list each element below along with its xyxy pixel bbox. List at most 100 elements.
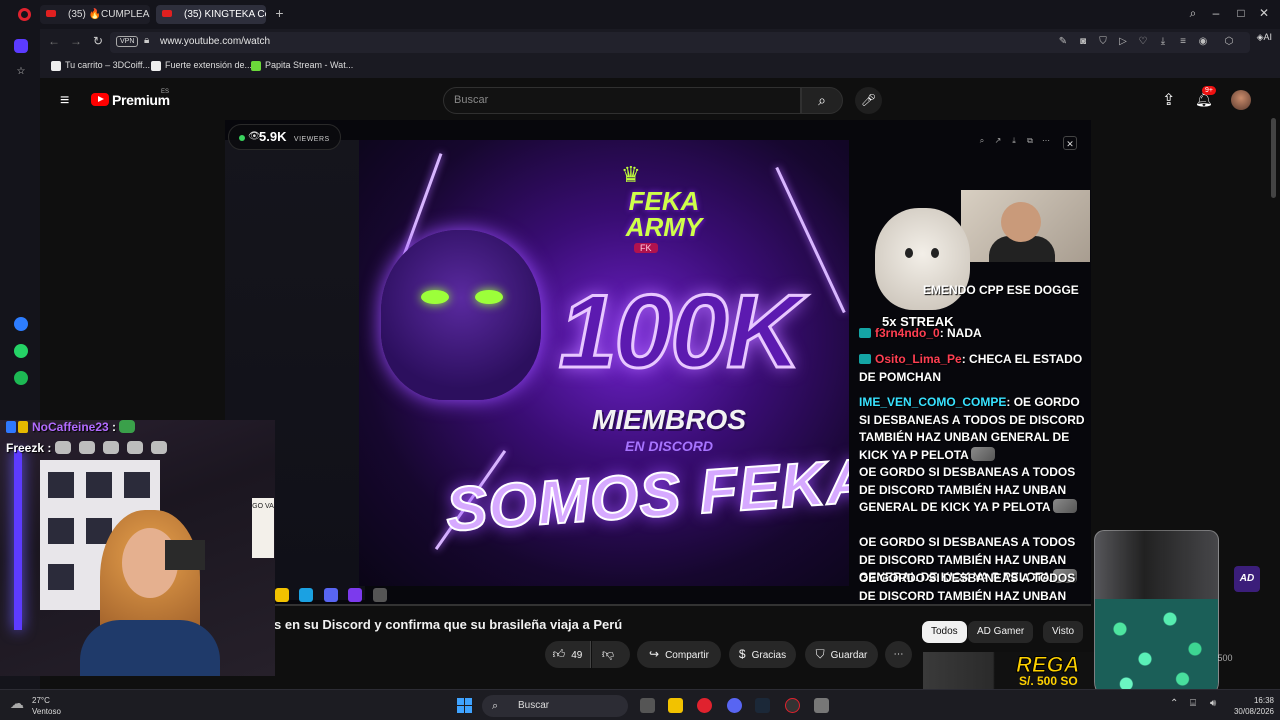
back-button[interactable]: ← xyxy=(46,34,62,48)
bookmark-item[interactable]: Fuerte extensión de... xyxy=(151,60,252,71)
url-field[interactable]: VPN 🔒︎ www.youtube.com/watch ✎ ◙ ⛉ ▷ ♡ ⤓… xyxy=(110,32,1250,53)
ai-button[interactable]: ◈AI xyxy=(1257,32,1272,43)
create-upload-icon[interactable]: ⇪ xyxy=(1162,90,1175,110)
minimize-button[interactable]: – xyxy=(1208,6,1224,20)
microphone-icon[interactable]: 🎤︎ xyxy=(855,87,882,114)
task-view-icon[interactable] xyxy=(640,698,655,713)
close-window-button[interactable]: ✕ xyxy=(1256,6,1272,20)
youtube-logo-icon[interactable] xyxy=(91,93,109,106)
redirect-icon[interactable]: ↗ xyxy=(993,136,1003,145)
logo-tag: FK xyxy=(634,243,658,253)
region-label: ES xyxy=(161,89,170,95)
more-actions-button[interactable]: ⋯ xyxy=(885,641,912,668)
opera-taskbar-icon[interactable] xyxy=(697,698,712,713)
download-icon[interactable]: ⤓ xyxy=(1009,136,1019,146)
whatsapp-icon[interactable] xyxy=(14,344,28,358)
more-icon[interactable]: ⋯ xyxy=(1041,136,1051,145)
url-text[interactable]: www.youtube.com/watch xyxy=(160,36,270,47)
thumbs-up-icon: 👍︎ xyxy=(552,647,566,661)
settings-taskbar-icon[interactable] xyxy=(814,698,829,713)
download-icon[interactable]: ⤓ xyxy=(1156,36,1170,47)
cat-eye xyxy=(931,248,939,258)
search-input[interactable]: Buscar xyxy=(443,87,801,114)
share-button[interactable]: ↪ Compartir xyxy=(637,641,721,668)
clock-date: 30/08/2026 xyxy=(1233,707,1274,716)
facecam-chat-line: NoCaffeine23 : xyxy=(32,420,143,434)
lock-icon[interactable]: 🔒︎ xyxy=(144,35,149,46)
messenger-icon[interactable] xyxy=(14,317,28,331)
bookmark-label: Papita Stream - Wat... xyxy=(265,60,354,70)
app-icon xyxy=(348,588,363,602)
chip-todos[interactable]: Todos xyxy=(922,621,967,643)
profile-icon[interactable]: ◉ xyxy=(1196,36,1210,47)
opera-gx-taskbar-icon[interactable] xyxy=(785,698,800,713)
avatar[interactable] xyxy=(1231,90,1251,110)
tab-kingteka[interactable]: (35) KINGTEKA Celeb xyxy=(156,5,266,24)
bookmark-item[interactable]: Tu carrito – 3DCoiff... xyxy=(51,60,150,71)
search-button[interactable]: ⌕ xyxy=(801,87,843,114)
share-label: Compartir xyxy=(665,650,709,661)
chip-ad-gamer[interactable]: AD Gamer xyxy=(968,621,1034,643)
tray-expand-icon[interactable]: ⌃ xyxy=(1170,698,1178,709)
bookmarks-icon[interactable]: ☆ xyxy=(14,65,28,79)
chat-message: f3rn4ndo_0: NADA xyxy=(859,325,1091,343)
taskbar-search-label: Buscar xyxy=(518,700,550,711)
edit-icon[interactable]: ✎ xyxy=(1056,36,1070,47)
seek-bar[interactable] xyxy=(225,604,1091,606)
streamer-facecam xyxy=(0,420,275,676)
feka-army-logo: FEKA ARMY xyxy=(599,188,729,240)
like-button[interactable]: 👍︎ 49 xyxy=(545,641,591,668)
ai-label: AI xyxy=(1263,32,1272,42)
forward-button[interactable]: → xyxy=(68,34,84,48)
jar-fill xyxy=(1095,599,1218,699)
menu-lines-icon[interactable]: ≡ xyxy=(1176,36,1190,47)
network-icon[interactable]: ⌸ xyxy=(1190,698,1196,709)
extensions-icon[interactable]: ⬡ xyxy=(1222,36,1236,47)
camera-icon[interactable]: ◙ xyxy=(1076,36,1090,47)
close-overlay-button[interactable]: ✕ xyxy=(1063,136,1077,150)
heart-icon[interactable]: ♡ xyxy=(1136,36,1150,47)
opera-logo-icon[interactable] xyxy=(18,8,31,21)
menu-icon[interactable]: ≡ xyxy=(60,92,74,110)
discord-taskbar-icon[interactable] xyxy=(727,698,742,713)
emote-icon xyxy=(119,420,136,433)
page-scrollbar[interactable] xyxy=(1271,118,1276,198)
play-icon[interactable]: ▷ xyxy=(1116,36,1130,47)
system-clock[interactable]: 16:38 30/08/2026 xyxy=(1228,695,1274,717)
maximize-button[interactable]: □ xyxy=(1233,6,1249,20)
zoom-icon[interactable]: ⌕ xyxy=(977,136,987,146)
volume-icon[interactable]: 🔊︎ xyxy=(1210,698,1216,709)
bookmark-item[interactable]: Papita Stream - Wat... xyxy=(251,60,354,71)
recommended-video-thumbnail[interactable]: REGA S/. 500 SO xyxy=(923,652,1098,689)
thanks-button[interactable]: $ Gracias xyxy=(729,641,796,668)
pelota-emote-icon xyxy=(970,446,995,461)
chip-visto[interactable]: Visto xyxy=(1043,621,1084,643)
weather-widget[interactable]: ☁ 27°C Ventoso xyxy=(10,695,61,717)
taskbar-search[interactable]: ⌕ Buscar xyxy=(482,695,628,717)
share-icon: ↪ xyxy=(649,647,660,661)
reload-button[interactable]: ↻ xyxy=(90,34,106,48)
weather-condition: Ventoso xyxy=(32,707,61,716)
save-button[interactable]: ⛉ Guardar xyxy=(805,641,878,668)
popout-icon[interactable]: ⧉ xyxy=(1025,136,1035,146)
tab-cumpleanos[interactable]: (35) 🔥CUMPLEAÑOS FE xyxy=(40,5,150,24)
folder-icon xyxy=(275,588,289,602)
video-player[interactable]: ♛ FEKA ARMY FK 100K MIEMBROS EN DISCORD … xyxy=(225,120,1091,606)
shield-icon[interactable]: ⛉ xyxy=(1096,36,1110,47)
windows-start-icon[interactable] xyxy=(457,698,473,714)
live-dot-icon xyxy=(239,135,245,141)
steam-taskbar-icon[interactable] xyxy=(755,698,770,713)
vpn-badge[interactable]: VPN xyxy=(116,36,139,47)
like-count: 49 xyxy=(571,650,583,661)
spotify-icon[interactable] xyxy=(14,371,28,385)
neon-light xyxy=(14,450,22,630)
dislike-button[interactable]: 👎︎ xyxy=(592,641,630,668)
eye-icon: 👁︎ xyxy=(248,131,261,142)
new-tab-button[interactable]: + xyxy=(272,6,287,21)
clock-time: 16:38 xyxy=(1253,696,1274,705)
home-icon[interactable] xyxy=(14,39,28,53)
tab-search-icon[interactable]: ⌕ xyxy=(1185,6,1201,21)
chat-username: f3rn4ndo_0 xyxy=(875,326,940,340)
thanks-icon: $ xyxy=(738,647,746,661)
file-explorer-icon[interactable] xyxy=(668,698,683,713)
